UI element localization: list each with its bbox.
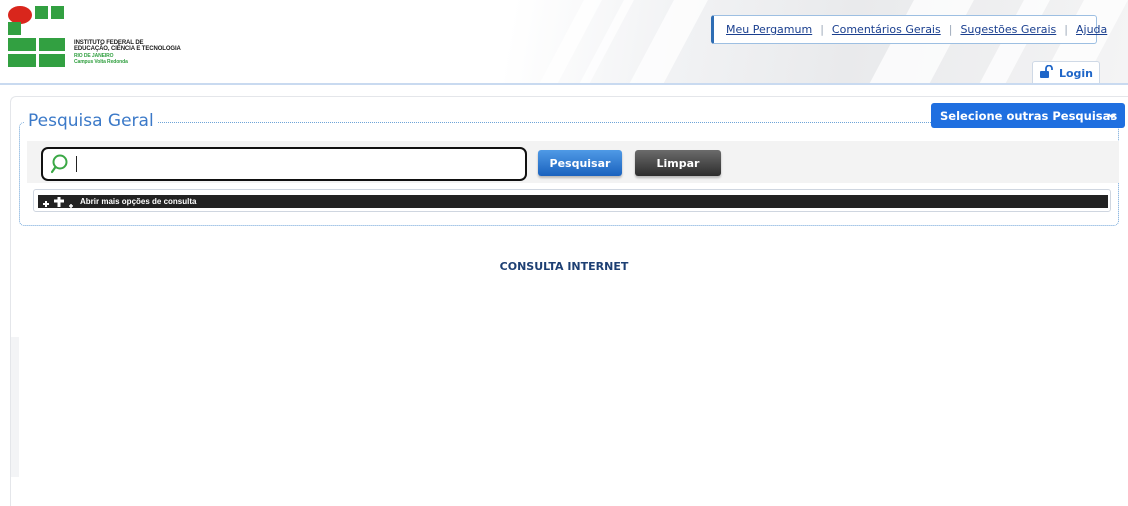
header-divider [0, 83, 1128, 85]
page-header: INSTITUTO FEDERAL DE EDUCAÇÃO, CIÊNCIA E… [0, 0, 1128, 84]
more-options-label: Abrir mais opções de consulta [80, 197, 197, 206]
other-searches-label: Selecione outras Pesquisas [940, 108, 1118, 123]
chevron-down-icon [1107, 110, 1117, 124]
logo-block [8, 22, 21, 35]
link-comentarios-gerais[interactable]: Comentários Gerais [832, 23, 941, 36]
header-decoration [525, 0, 613, 84]
login-label: Login [1058, 66, 1094, 80]
more-options-container: Abrir mais opções de consulta [33, 189, 1111, 212]
panel-edge [11, 337, 19, 477]
search-input[interactable] [79, 152, 519, 176]
logo-block [8, 54, 36, 67]
logo-text: EDUCAÇÃO, CIÊNCIA E TECNOLOGIA [74, 46, 181, 52]
logo-block [51, 6, 64, 19]
top-links-bar: Meu Pergamum | Comentários Gerais | Suge… [711, 15, 1107, 44]
link-sugestoes-gerais[interactable]: Sugestões Gerais [960, 23, 1056, 36]
link-separator: | [948, 23, 953, 36]
header-decoration [615, 0, 719, 84]
more-options-toggle[interactable]: Abrir mais opções de consulta [38, 195, 1108, 208]
logo-text: Campus Volta Redonda [74, 59, 128, 65]
link-ajuda[interactable]: Ajuda [1076, 23, 1107, 36]
logo-block [39, 54, 65, 67]
main-panel: Pesquisa Geral Selecione outras Pesquisa… [10, 96, 1128, 506]
logo-block [35, 6, 48, 19]
text-cursor [76, 156, 77, 172]
search-button[interactable]: Pesquisar [538, 150, 622, 176]
other-searches-dropdown[interactable]: Selecione outras Pesquisas [931, 103, 1125, 128]
clear-button[interactable]: Limpar [635, 150, 721, 176]
consulta-internet-label: CONSULTA INTERNET [499, 260, 629, 273]
unlock-icon [1039, 64, 1055, 83]
login-button[interactable]: Login [1032, 61, 1100, 84]
search-icon [50, 153, 73, 179]
search-field[interactable] [41, 147, 527, 181]
expand-plus-icon [42, 196, 76, 208]
link-separator: | [820, 23, 824, 36]
link-meu-pergamum[interactable]: Meu Pergamum [726, 23, 812, 36]
logo-block [39, 38, 65, 51]
logo-block [8, 38, 36, 51]
page-title: Pesquisa Geral [24, 111, 158, 131]
link-separator: | [1064, 23, 1068, 36]
institution-logo[interactable]: INSTITUTO FEDERAL DE EDUCAÇÃO, CIÊNCIA E… [8, 6, 208, 74]
